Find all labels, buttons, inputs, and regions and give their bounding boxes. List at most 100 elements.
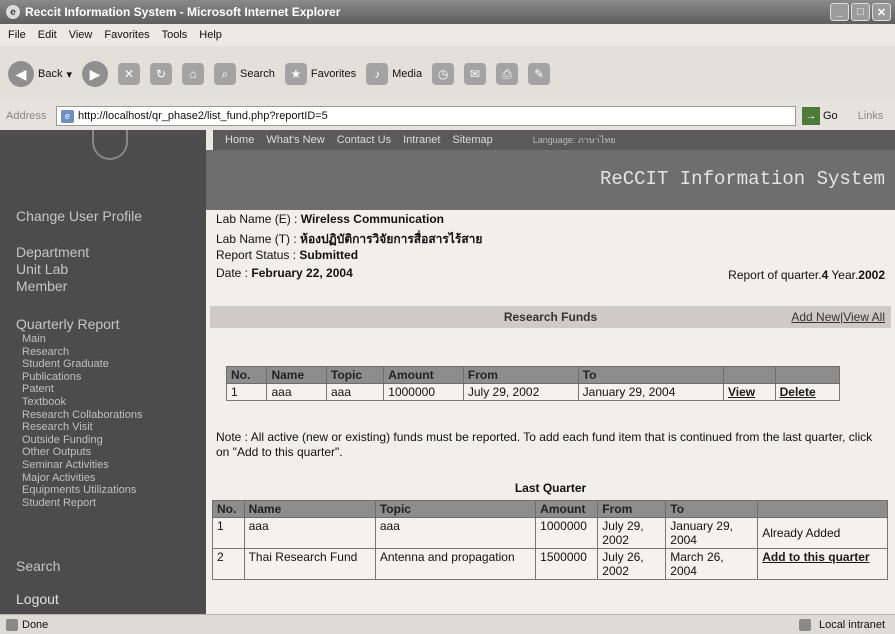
report-status-value: Submitted bbox=[299, 248, 359, 262]
research-funds-header: Research Funds Add New|View All bbox=[210, 306, 891, 328]
lq-col-amount: Amount bbox=[535, 500, 599, 518]
edit-icon: ✎ bbox=[528, 63, 551, 85]
sidebar-item-research-visit[interactable]: Research Visit bbox=[22, 421, 142, 434]
sidebar-item-student-graduate[interactable]: Student Graduate bbox=[22, 358, 142, 371]
sidebar-unit-lab[interactable]: Unit Lab bbox=[16, 261, 68, 277]
sidebar-quarterly-report[interactable]: Quarterly Report bbox=[16, 316, 119, 332]
date-line: Date : February 22, 2004 bbox=[216, 266, 353, 280]
menu-tools[interactable]: Tools bbox=[162, 29, 188, 41]
edit-button[interactable]: ✎ bbox=[528, 63, 551, 85]
menu-edit[interactable]: Edit bbox=[38, 29, 57, 41]
col-name: Name bbox=[266, 366, 327, 384]
sidebar-logout[interactable]: Logout bbox=[16, 591, 59, 607]
sidebar-item-textbook[interactable]: Textbook bbox=[22, 396, 142, 409]
links-label[interactable]: Links bbox=[858, 110, 884, 122]
table-row: 2 Thai Research Fund Antenna and propaga… bbox=[212, 548, 888, 580]
zone-label: Local intranet bbox=[818, 618, 885, 631]
view-all-link[interactable]: View All bbox=[843, 310, 885, 324]
quarter-value: 4 bbox=[821, 268, 829, 282]
forward-button[interactable]: ▶ bbox=[82, 61, 108, 87]
url-text: http://localhost/qr_phase2/list_fund.php… bbox=[78, 110, 328, 122]
page-done-icon bbox=[6, 618, 18, 631]
sidebar-department[interactable]: Department bbox=[16, 244, 89, 260]
view-link[interactable]: View bbox=[723, 383, 776, 401]
delete-link[interactable]: Delete bbox=[774, 383, 841, 401]
menu-help[interactable]: Help bbox=[199, 29, 222, 41]
sidebar-item-outside-funding[interactable]: Outside Funding bbox=[22, 434, 142, 447]
nav-intranet[interactable]: Intranet bbox=[403, 134, 440, 146]
refresh-button[interactable]: ↻ bbox=[150, 63, 172, 85]
minimize-button[interactable]: _ bbox=[830, 3, 849, 21]
mail-button[interactable]: ✉ bbox=[464, 63, 487, 85]
cell-amount: 1000000 bbox=[383, 383, 464, 401]
report-status-label: Report Status : bbox=[216, 248, 297, 262]
col-topic: Topic bbox=[325, 366, 385, 384]
col-to: To bbox=[577, 366, 725, 384]
top-nav: Home What's New Contact Us Intranet Site… bbox=[213, 130, 895, 150]
sidebar-search[interactable]: Search bbox=[16, 558, 60, 574]
sidebar-change-profile[interactable]: Change User Profile bbox=[16, 208, 142, 224]
sidebar-item-research-collaborations[interactable]: Research Collaborations bbox=[22, 409, 142, 422]
cell-amount: 1000000 bbox=[535, 517, 599, 549]
favorites-button[interactable]: ★ Favorites bbox=[284, 63, 356, 85]
sidebar-item-major-activities[interactable]: Major Activities bbox=[22, 472, 142, 485]
lab-name-e-label: Lab Name (E) : bbox=[216, 212, 298, 226]
date-value: February 22, 2004 bbox=[251, 266, 353, 280]
site-banner: ReCCIT Information System bbox=[206, 150, 895, 210]
sidebar-item-publications[interactable]: Publications bbox=[22, 371, 142, 384]
cell-no: 1 bbox=[225, 383, 268, 401]
lab-name-t-line: Lab Name (T) : ห้องปฏิบัติการวิจัยการสื่… bbox=[216, 230, 482, 249]
home-button[interactable]: ⌂ bbox=[182, 63, 204, 85]
menu-view[interactable]: View bbox=[69, 29, 93, 41]
maximize-button[interactable]: □ bbox=[851, 3, 870, 21]
search-button[interactable]: ⌕ Search bbox=[214, 63, 275, 85]
lq-col-action bbox=[757, 500, 888, 518]
search-label: Search bbox=[240, 68, 275, 80]
sidebar-item-other-outputs[interactable]: Other Outputs bbox=[22, 446, 142, 459]
add-new-link[interactable]: Add New bbox=[791, 310, 840, 324]
history-button[interactable]: ◷ bbox=[432, 63, 455, 85]
nav-home[interactable]: Home bbox=[225, 134, 254, 146]
media-button[interactable]: ♪ Media bbox=[366, 63, 422, 85]
back-dropdown-icon[interactable]: ▾ bbox=[66, 68, 72, 81]
ie-icon: e bbox=[6, 5, 20, 19]
sidebar-item-research[interactable]: Research bbox=[22, 346, 142, 359]
cell-name: Thai Research Fund bbox=[243, 548, 376, 580]
sidebar-item-equipments-utilizations[interactable]: Equipments Utilizations bbox=[22, 484, 142, 497]
cell-name: aaa bbox=[266, 383, 327, 401]
stop-button[interactable]: ✕ bbox=[118, 63, 140, 85]
cell-topic: Antenna and propagation bbox=[374, 548, 537, 580]
stop-icon: ✕ bbox=[118, 63, 140, 85]
already-added-status: Already Added bbox=[757, 517, 888, 549]
sidebar: Change User Profile Department Unit Lab … bbox=[0, 130, 206, 614]
sidebar-member[interactable]: Member bbox=[16, 278, 67, 294]
nav-whats-new[interactable]: What's New bbox=[266, 134, 324, 146]
nav-sitemap[interactable]: Sitemap bbox=[452, 134, 492, 146]
col-view bbox=[723, 366, 776, 384]
close-button[interactable]: ✕ bbox=[872, 3, 891, 21]
sidebar-item-student-report[interactable]: Student Report bbox=[22, 497, 142, 510]
add-to-quarter-link[interactable]: Add to this quarter bbox=[757, 548, 888, 580]
menu-favorites[interactable]: Favorites bbox=[104, 29, 149, 41]
sidebar-sub-list: Main Research Student Graduate Publicati… bbox=[22, 333, 142, 509]
language-switch[interactable]: Language: ภาษาไทย bbox=[533, 133, 616, 147]
url-input[interactable]: e http://localhost/qr_phase2/list_fund.p… bbox=[56, 106, 796, 126]
nav-contact-us[interactable]: Contact Us bbox=[337, 134, 391, 146]
go-button[interactable]: → Go bbox=[802, 107, 838, 125]
print-button[interactable]: ⎙ bbox=[496, 63, 519, 85]
last-quarter-title: Last Quarter bbox=[514, 481, 587, 495]
print-icon: ⎙ bbox=[496, 63, 519, 85]
back-label: Back bbox=[38, 68, 63, 80]
sidebar-item-patent[interactable]: Patent bbox=[22, 383, 142, 396]
main-content: Lab Name (E) : Wireless Communication La… bbox=[206, 210, 895, 614]
funds-table: No. Name Topic Amount From To 1 aaa aaa … bbox=[225, 366, 841, 401]
security-zone: Local intranet bbox=[798, 618, 885, 631]
funds-links: Add New|View All bbox=[791, 310, 885, 324]
window-titlebar: e Reccit Information System - Microsoft … bbox=[0, 0, 895, 24]
sidebar-item-seminar-activities[interactable]: Seminar Activities bbox=[22, 459, 142, 472]
page-icon: e bbox=[61, 109, 74, 123]
menu-file[interactable]: File bbox=[8, 29, 26, 41]
status-bar: Done Local intranet bbox=[0, 614, 895, 634]
back-button[interactable]: ◀ Back ▾ bbox=[8, 61, 72, 87]
sidebar-item-main[interactable]: Main bbox=[22, 333, 142, 346]
